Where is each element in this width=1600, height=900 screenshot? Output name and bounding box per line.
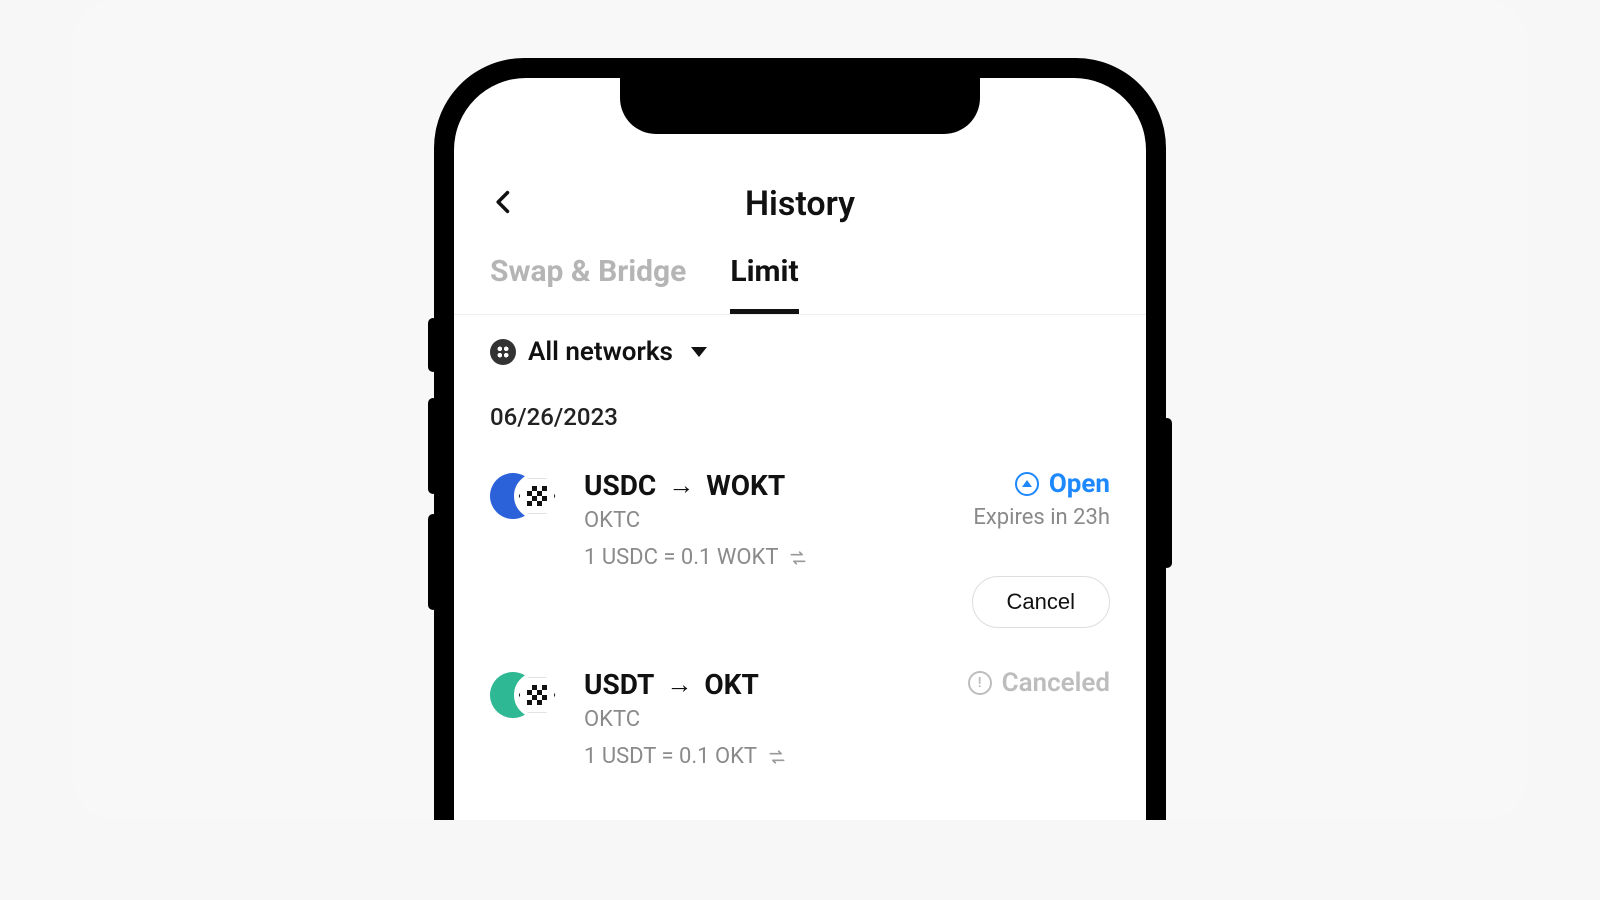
tab-limit[interactable]: Limit [730,254,798,314]
rate-row: 1 USDT = 0.1 OKT [584,744,946,769]
to-token-icon [514,473,560,519]
chevron-left-icon [490,188,518,216]
arrow-right-icon: → [666,669,692,700]
expires-label: Expires in 23h [973,505,1110,530]
pair-label: USDC → WOKT [584,469,950,502]
page-title: History [745,184,855,224]
status-badge: Open [1015,469,1110,499]
status-label: Open [1049,469,1110,499]
order-right: ! Canceled [968,668,1110,769]
arrow-right-icon: → [668,470,694,501]
tabs: Swap & Bridge Limit [454,240,1146,315]
phone-frame: History Swap & Bridge Limit All networks… [434,58,1166,820]
rate-label: 1 USDT = 0.1 OKT [584,744,757,769]
phone-side-button [428,318,438,372]
rate-row: 1 USDC = 0.1 WOKT [584,545,950,570]
order-right: Open Expires in 23h Cancel [972,469,1110,628]
to-symbol: WOKT [706,469,785,502]
app-card: History Swap & Bridge Limit All networks… [72,0,1528,820]
screen-content: History Swap & Bridge Limit All networks… [454,78,1146,820]
phone-side-button [428,514,438,610]
date-group-label: 06/26/2023 [454,375,1146,441]
phone-side-button [1162,418,1172,568]
status-badge: ! Canceled [968,668,1110,698]
pair-label: USDT → OKT [584,668,946,701]
order-main: USDC → WOKT OKTC 1 USDC = 0.1 WOKT [584,469,950,628]
status-label: Canceled [1002,668,1110,698]
from-symbol: USDT [584,668,654,701]
rate-label: 1 USDC = 0.1 WOKT [584,545,778,570]
cancel-button[interactable]: Cancel [972,576,1110,628]
to-symbol: OKT [704,668,758,701]
token-pair-icon [490,469,562,525]
network-label: OKTC [584,707,946,732]
top-bar: History [454,168,1146,240]
swap-icon[interactable] [788,548,808,568]
grid-icon [490,339,516,365]
to-token-icon [514,672,560,718]
phone-notch [620,78,980,134]
phone-screen: History Swap & Bridge Limit All networks… [454,78,1146,820]
order-main: USDT → OKT OKTC 1 USDT = 0.1 OKT [584,668,946,769]
phone-side-button [428,398,438,494]
network-label: OKTC [584,508,950,533]
swap-icon[interactable] [767,747,787,767]
back-button[interactable] [490,188,518,220]
upload-circle-icon [1015,472,1039,496]
alert-circle-icon: ! [968,671,992,695]
network-filter-label: All networks [528,337,673,367]
order-row[interactable]: USDC → WOKT OKTC 1 USDC = 0.1 WOKT [454,441,1146,640]
tab-swap-bridge[interactable]: Swap & Bridge [490,254,686,314]
chevron-down-icon [691,347,707,357]
network-filter[interactable]: All networks [454,315,1146,375]
token-pair-icon [490,668,562,724]
from-symbol: USDC [584,469,656,502]
order-row[interactable]: USDT → OKT OKTC 1 USDT = 0.1 OKT [454,640,1146,781]
